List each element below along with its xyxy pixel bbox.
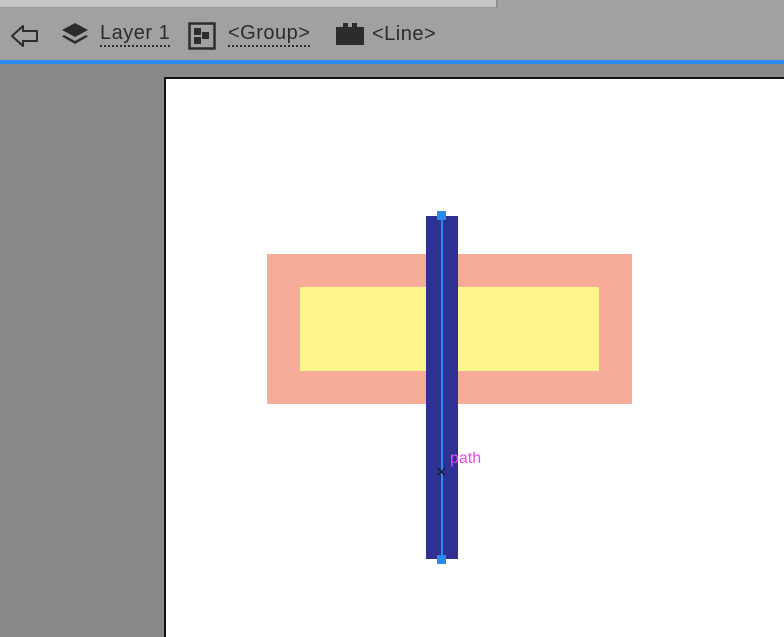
- tab-divider: [496, 0, 498, 8]
- selected-path-line: [441, 216, 443, 559]
- back-arrow-icon[interactable]: [10, 23, 40, 54]
- layer-label[interactable]: Layer 1: [100, 22, 171, 47]
- breadcrumb-layer[interactable]: Layer 1: [100, 8, 171, 60]
- isolation-mode-bar: Layer 1 <Group> <Line>: [0, 8, 784, 64]
- line-object-icon: [335, 21, 365, 52]
- anchor-point-bottom[interactable]: [437, 555, 446, 564]
- canvas-area[interactable]: × path: [0, 64, 784, 637]
- breadcrumb-group[interactable]: <Group>: [228, 8, 311, 60]
- group-label[interactable]: <Group>: [228, 22, 311, 47]
- path-smart-guide-label: path: [450, 450, 482, 467]
- document-tab-strip: [0, 0, 784, 8]
- center-point-icon: ×: [436, 465, 447, 480]
- document-tab[interactable]: [0, 0, 496, 8]
- anchor-point-top[interactable]: [437, 211, 446, 220]
- line-label: <Line>: [372, 22, 437, 45]
- breadcrumb-line: <Line>: [372, 8, 436, 60]
- artboard[interactable]: × path: [164, 77, 784, 637]
- layers-icon: [60, 21, 90, 54]
- group-icon: [188, 22, 216, 55]
